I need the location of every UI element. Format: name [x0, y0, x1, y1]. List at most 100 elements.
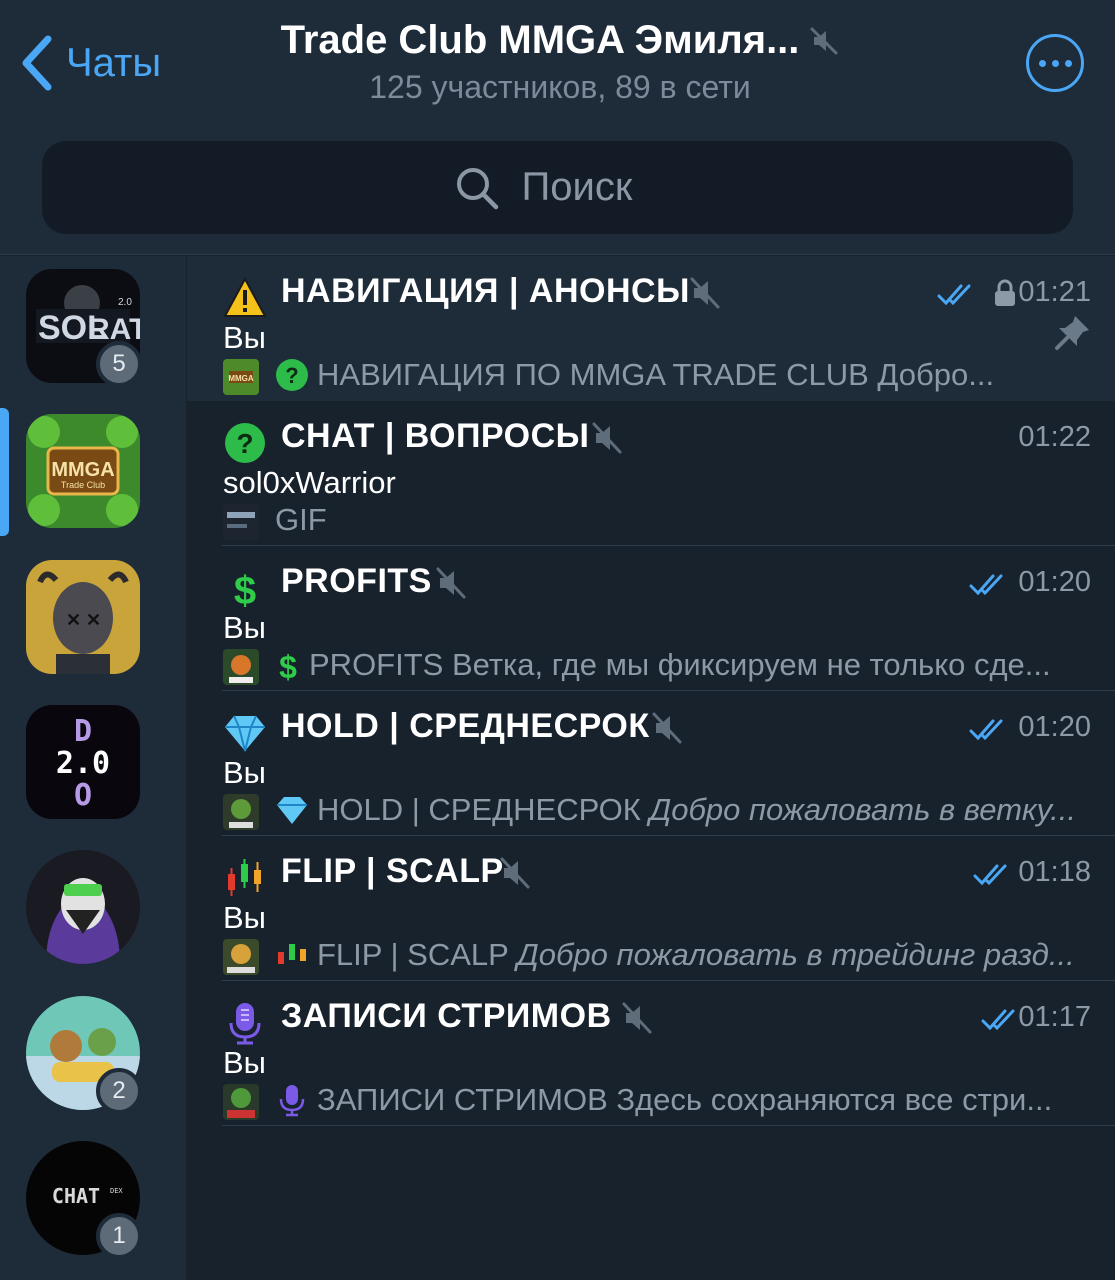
microphone-icon — [279, 1085, 305, 1117]
more-dot-icon — [1051, 59, 1059, 67]
topic-row-navigation[interactable]: НАВИГАЦИЯ | АНОНСЫ 01:21 Вы MMGA ? НАВИГ… — [187, 256, 1115, 401]
search-input[interactable] — [521, 165, 662, 210]
svg-text:$: $ — [234, 569, 256, 610]
svg-text:MMGA: MMGA — [51, 459, 114, 481]
svg-text:?: ? — [236, 428, 253, 459]
avatar: D 2.0 O — [26, 705, 140, 819]
avatar: MMGA Trade Club — [26, 414, 140, 528]
message-thumbnail — [223, 794, 259, 830]
message-sender: Вы — [223, 320, 266, 355]
rail-avatar-goat[interactable]: ✕ ✕ — [26, 560, 140, 674]
svg-text:✕: ✕ — [66, 610, 81, 630]
topic-title: FLIP | SCALP — [281, 852, 504, 890]
message-preview: GIF — [275, 502, 1095, 538]
topic-time: 01:20 — [1018, 566, 1091, 598]
svg-text:Trade Club: Trade Club — [61, 480, 105, 490]
svg-text:DEX: DEX — [110, 1187, 123, 1195]
message-thumbnail: MMGA — [223, 359, 259, 395]
topic-list: НАВИГАЦИЯ | АНОНСЫ 01:21 Вы MMGA ? НАВИГ… — [187, 256, 1115, 1126]
topic-title: НАВИГАЦИЯ | АНОНСЫ — [281, 272, 690, 310]
preview-italic-text: Добро пожаловать в ветку... — [649, 792, 1076, 827]
dollar-icon: $ — [223, 566, 267, 610]
message-thumbnail — [223, 1084, 259, 1120]
chat-header: Чаты Trade Club MMGA Эмиля... 125 участн… — [0, 0, 1115, 255]
muted-icon — [500, 857, 530, 889]
message-thumbnail — [223, 504, 259, 540]
muted-icon — [592, 422, 622, 454]
more-dot-icon — [1038, 59, 1046, 67]
rail-avatar-chat[interactable]: CHAT DEX 1 — [26, 1141, 142, 1259]
svg-text:CHAT: CHAT — [52, 1184, 100, 1208]
message-preview: HOLD | СРЕДНЕСРОК Добро пожаловать в вет… — [275, 792, 1095, 828]
avatar: ✕ ✕ — [26, 560, 140, 674]
rail-avatar-dao[interactable]: D 2.0 O — [26, 705, 140, 819]
topic-row-profits[interactable]: $ PROFITS 01:20 Вы $ PROFITS Ветка, где … — [187, 546, 1115, 691]
svg-text:D: D — [74, 714, 92, 749]
topic-row-hold[interactable]: HOLD | СРЕДНЕСРОК 01:20 Вы HOLD | СРЕДНЕ… — [187, 691, 1115, 836]
preview-italic-text: Добро пожаловать в трейдинг разд... — [516, 937, 1075, 972]
search-icon — [456, 167, 498, 209]
diamond-icon — [277, 797, 307, 824]
topic-title: PROFITS — [281, 562, 432, 600]
question-icon: ? — [276, 359, 308, 391]
double-check-icon — [981, 1009, 1015, 1031]
message-sender: Вы — [223, 900, 266, 935]
chevron-left-icon — [22, 35, 52, 91]
back-button[interactable]: Чаты — [18, 32, 161, 94]
svg-text:✕: ✕ — [86, 610, 101, 630]
topic-time: 01:22 — [1018, 421, 1091, 453]
pin-icon — [1055, 316, 1089, 350]
topic-time: 01:21 — [1018, 276, 1091, 308]
message-thumbnail — [223, 649, 259, 685]
lock-icon — [995, 279, 1015, 306]
active-chat-indicator — [0, 408, 9, 536]
page-title: Trade Club MMGA Эмиля... — [280, 18, 800, 62]
rail-avatar-cartoon[interactable]: 2 — [26, 996, 142, 1114]
double-check-icon — [937, 284, 971, 306]
dollar-icon: $ — [279, 649, 297, 682]
avatar — [26, 850, 140, 964]
rail-avatar-mmga[interactable]: MMGA Trade Club — [26, 414, 140, 528]
more-options-button[interactable] — [1026, 34, 1084, 92]
message-sender: sol0xWarrior — [223, 465, 396, 500]
message-sender: Вы — [223, 1045, 266, 1080]
svg-text:$: $ — [279, 649, 297, 682]
svg-text:O: O — [74, 778, 92, 813]
topic-title: HOLD | СРЕДНЕСРОК — [281, 707, 650, 745]
diamond-icon — [223, 711, 267, 755]
preview-text: ЗАПИСИ СТРИМОВ Здесь сохраняются все стр… — [317, 1082, 1053, 1117]
search-bar[interactable] — [42, 141, 1073, 234]
title-block[interactable]: Trade Club MMGA Эмиля... 125 участников,… — [220, 18, 900, 106]
rail-avatar-slay[interactable] — [26, 850, 140, 964]
topic-row-flip-scalp[interactable]: FLIP | SCALP 01:18 Вы FLIP | SCALP Добро… — [187, 836, 1115, 981]
unread-badge: 5 — [96, 341, 142, 387]
topic-title: ЗАПИСИ СТРИМОВ — [281, 997, 612, 1035]
preview-text: FLIP | SCALP — [317, 937, 517, 972]
double-check-icon — [969, 574, 1003, 596]
message-preview: FLIP | SCALP Добро пожаловать в трейдинг… — [275, 937, 1095, 973]
candles-icon — [278, 944, 306, 964]
topic-row-stream-records[interactable]: ЗАПИСИ СТРИМОВ 01:17 Вы ЗАПИСИ СТРИМОВ З… — [187, 981, 1115, 1126]
muted-icon — [622, 1002, 652, 1034]
topic-row-chat-questions[interactable]: ? CHAT | ВОПРОСЫ 01:22 sol0xWarrior GIF — [187, 401, 1115, 546]
svg-text:MMGA: MMGA — [228, 374, 254, 383]
candles-icon — [223, 856, 267, 900]
preview-text: НАВИГАЦИЯ ПО MMGA TRADE CLUB Добро... — [317, 357, 995, 392]
chat-avatar-rail: SOL RAT 2.0 5 MMGA Trade Club ✕ ✕ D 2.0 … — [0, 256, 186, 1280]
unread-badge: 2 — [96, 1068, 142, 1114]
divider — [222, 1125, 1115, 1126]
message-preview: ? НАВИГАЦИЯ ПО MMGA TRADE CLUB Добро... — [275, 357, 1095, 393]
member-count: 125 участников, 89 в сети — [369, 69, 751, 105]
message-preview: $ PROFITS Ветка, где мы фиксируем не тол… — [275, 647, 1095, 683]
double-check-icon — [969, 719, 1003, 741]
unread-badge: 1 — [96, 1213, 142, 1259]
message-preview: ЗАПИСИ СТРИМОВ Здесь сохраняются все стр… — [275, 1082, 1095, 1118]
preview-text: GIF — [275, 502, 327, 537]
muted-icon — [810, 27, 838, 54]
double-check-icon — [973, 864, 1007, 886]
back-label: Чаты — [66, 40, 162, 85]
rail-avatar-solrat[interactable]: SOL RAT 2.0 5 — [26, 269, 142, 387]
message-sender: Вы — [223, 610, 266, 645]
microphone-icon — [223, 1001, 267, 1045]
question-icon: ? — [223, 421, 267, 465]
